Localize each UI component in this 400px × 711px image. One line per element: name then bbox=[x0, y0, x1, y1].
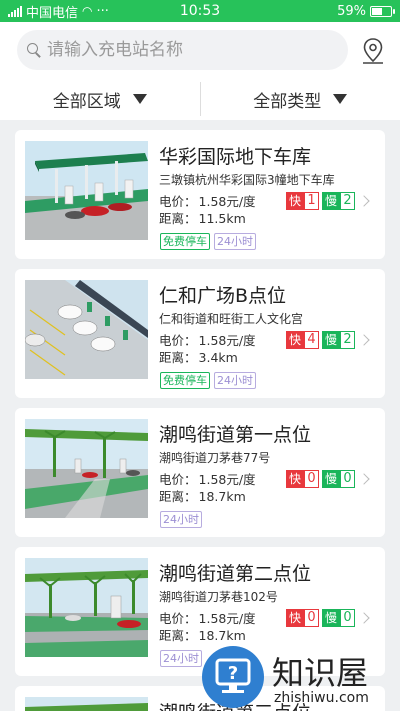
watermark-title: 知识屋 bbox=[272, 654, 369, 692]
chevron-right-icon bbox=[358, 473, 370, 485]
price-value: 1.58元/度 bbox=[198, 333, 256, 348]
slow-charger-count: 慢0 bbox=[322, 609, 356, 627]
station-distance: 距离： 11.5km bbox=[159, 208, 246, 227]
type-filter-dropdown[interactable]: 全部类型 bbox=[201, 78, 400, 120]
tag-24h: 24小时 bbox=[160, 511, 202, 528]
slow-label: 慢 bbox=[322, 192, 341, 210]
price-value: 1.58元/度 bbox=[198, 194, 256, 209]
distance-value: 3.4km bbox=[198, 350, 238, 365]
charger-counts: 快0 慢0 bbox=[286, 609, 370, 627]
price-label: 电价： bbox=[159, 472, 197, 487]
tag-24h: 24小时 bbox=[214, 372, 256, 389]
price-label: 电价： bbox=[159, 611, 197, 626]
station-distance: 距离： 3.4km bbox=[159, 347, 238, 366]
search-icon bbox=[27, 43, 41, 57]
chevron-right-icon bbox=[358, 334, 370, 346]
header: 全部区域 全部类型 bbox=[0, 22, 400, 120]
station-distance: 距离： 18.7km bbox=[159, 486, 246, 505]
slow-charger-count: 慢2 bbox=[322, 192, 356, 210]
fast-label: 快 bbox=[286, 470, 305, 488]
watermark-url: zhishiwu.com bbox=[274, 690, 369, 706]
distance-label: 距离： bbox=[159, 489, 197, 504]
station-address: 仁和街道和旺街工人文化宫 bbox=[159, 312, 304, 326]
station-photo bbox=[25, 141, 148, 240]
station-address: 潮鸣街道刀茅巷77号 bbox=[159, 451, 271, 465]
station-name: 仁和广场B点位 bbox=[159, 285, 287, 307]
fast-count: 4 bbox=[304, 331, 320, 349]
filter-bar: 全部区域 全部类型 bbox=[0, 78, 400, 120]
price-value: 1.58元/度 bbox=[198, 611, 256, 626]
search-input[interactable] bbox=[47, 40, 327, 60]
slow-label: 慢 bbox=[322, 470, 341, 488]
station-card[interactable]: 仁和广场B点位 仁和街道和旺街工人文化宫 电价： 1.58元/度 距离： 3.4km… bbox=[15, 269, 385, 398]
station-card[interactable]: 华彩国际地下车库 三墩镇杭州华彩国际3幢地下车库 电价： 1.58元/度 距离： 1… bbox=[15, 130, 385, 259]
slow-count: 2 bbox=[340, 331, 356, 349]
battery-icon bbox=[370, 5, 395, 17]
fast-count: 0 bbox=[304, 609, 320, 627]
charger-counts: 快0 慢0 bbox=[286, 470, 370, 488]
station-tags: 24小时 bbox=[160, 650, 202, 667]
dropdown-arrow-icon bbox=[333, 94, 348, 104]
battery-percent: 59% bbox=[337, 3, 366, 19]
fast-label: 快 bbox=[286, 192, 305, 210]
chevron-right-icon bbox=[358, 195, 370, 207]
charger-counts: 快4 慢2 bbox=[286, 331, 370, 349]
tag-free-parking: 免费停车 bbox=[160, 372, 210, 389]
station-name: 潮鸣街道第二点位 bbox=[159, 563, 312, 585]
chevron-right-icon bbox=[358, 612, 370, 624]
svg-text:?: ? bbox=[228, 663, 238, 684]
fast-charger-count: 快4 bbox=[286, 331, 320, 349]
station-tags: 免费停车 24小时 bbox=[160, 372, 256, 389]
search-bar[interactable] bbox=[17, 30, 348, 70]
price-label: 电价： bbox=[159, 333, 197, 348]
station-photo bbox=[25, 280, 148, 379]
slow-label: 慢 bbox=[322, 609, 341, 627]
station-name: 华彩国际地下车库 bbox=[159, 146, 312, 168]
fast-charger-count: 快0 bbox=[286, 609, 320, 627]
distance-value: 11.5km bbox=[198, 211, 246, 226]
price-label: 电价： bbox=[159, 194, 197, 209]
fast-count: 0 bbox=[304, 470, 320, 488]
fast-charger-count: 快0 bbox=[286, 470, 320, 488]
tag-free-parking: 免费停车 bbox=[160, 233, 210, 250]
slow-label: 慢 bbox=[322, 331, 341, 349]
watermark-logo: ? 知识屋 zhishiwu.com bbox=[202, 640, 400, 711]
station-name: 潮鸣街道第一点位 bbox=[159, 424, 312, 446]
slow-count: 2 bbox=[340, 192, 356, 210]
area-filter-dropdown[interactable]: 全部区域 bbox=[0, 78, 200, 120]
tag-24h: 24小时 bbox=[214, 233, 256, 250]
distance-label: 距离： bbox=[159, 628, 197, 643]
location-pin-icon[interactable] bbox=[361, 37, 385, 67]
fast-label: 快 bbox=[286, 609, 305, 627]
station-card[interactable]: 潮鸣街道第一点位 潮鸣街道刀茅巷77号 电价： 1.58元/度 距离： 18.7km… bbox=[15, 408, 385, 537]
station-photo bbox=[25, 419, 148, 518]
slow-count: 0 bbox=[340, 609, 356, 627]
tag-24h: 24小时 bbox=[160, 650, 202, 667]
price-value: 1.58元/度 bbox=[198, 472, 256, 487]
area-filter-label: 全部区域 bbox=[52, 91, 121, 112]
slow-charger-count: 慢0 bbox=[322, 470, 356, 488]
distance-label: 距离： bbox=[159, 211, 197, 226]
type-filter-label: 全部类型 bbox=[253, 91, 322, 112]
fast-label: 快 bbox=[286, 331, 305, 349]
status-bar: 中国电信 ◠ ··· 10:53 59% bbox=[0, 0, 400, 22]
question-monitor-icon: ? bbox=[202, 646, 264, 708]
station-photo bbox=[25, 558, 148, 657]
distance-value: 18.7km bbox=[198, 489, 246, 504]
station-address: 潮鸣街道刀茅巷102号 bbox=[159, 590, 278, 604]
station-photo bbox=[25, 697, 148, 711]
station-address: 三墩镇杭州华彩国际3幢地下车库 bbox=[159, 173, 335, 187]
dropdown-arrow-icon bbox=[132, 94, 147, 104]
station-tags: 免费停车 24小时 bbox=[160, 233, 256, 250]
station-tags: 24小时 bbox=[160, 511, 202, 528]
distance-label: 距离： bbox=[159, 350, 197, 365]
slow-charger-count: 慢2 bbox=[322, 331, 356, 349]
fast-charger-count: 快1 bbox=[286, 192, 320, 210]
charger-counts: 快1 慢2 bbox=[286, 192, 370, 210]
slow-count: 0 bbox=[340, 470, 356, 488]
fast-count: 1 bbox=[304, 192, 320, 210]
